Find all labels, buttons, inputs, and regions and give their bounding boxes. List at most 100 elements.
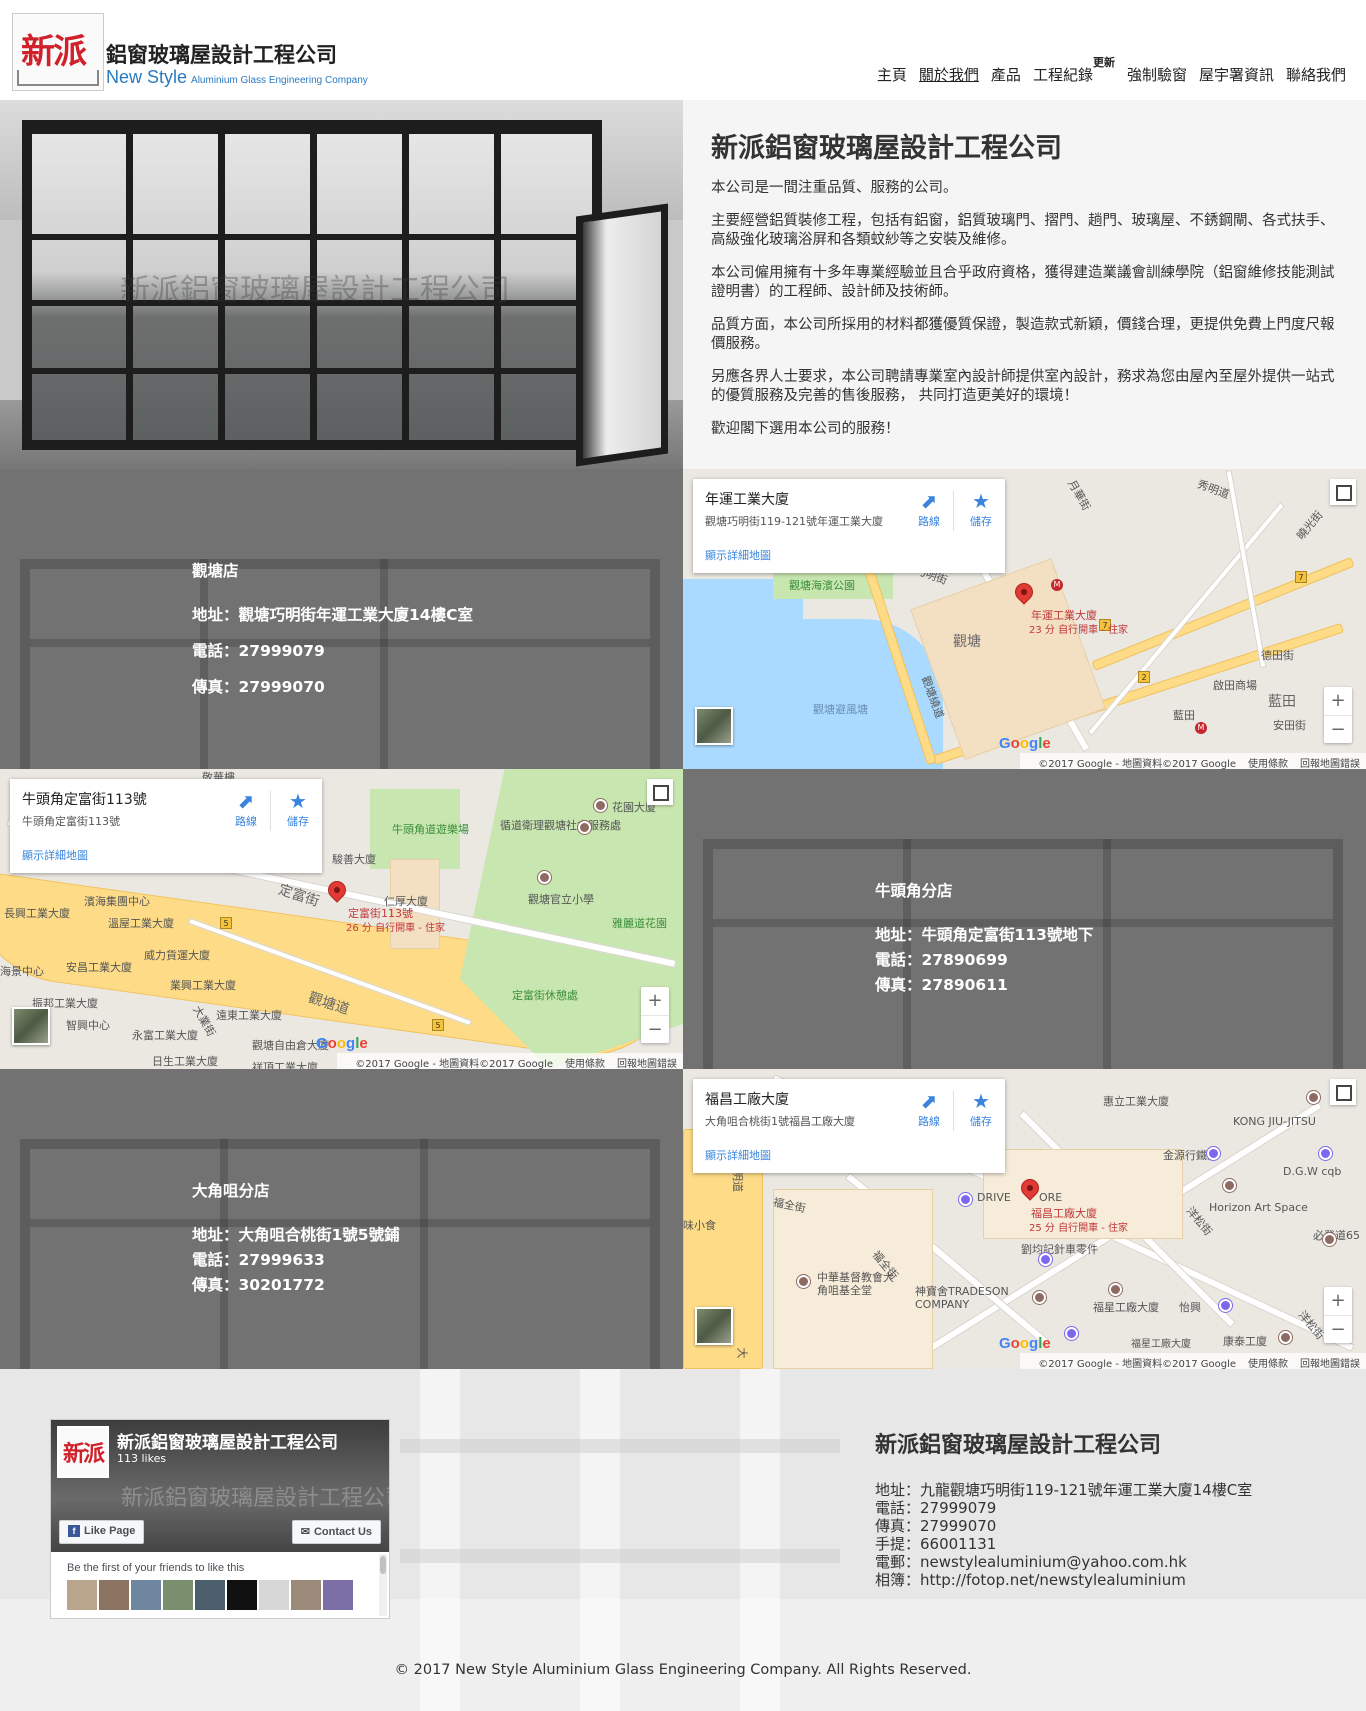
save-button[interactable]: ★ 儲存 <box>959 1089 1003 1129</box>
main-nav: 主頁 關於我們 產品 工程紀錄 更新 強制驗窗 屋宇署資訊 聯絡我們 <box>877 56 1346 85</box>
avatar <box>163 1580 193 1610</box>
google-logo: Google <box>316 1035 368 1052</box>
footer-email[interactable]: 電郵：newstylealuminium@yahoo.com.hk <box>875 1553 1252 1571</box>
nav-contact[interactable]: 聯絡我們 <box>1286 64 1346 85</box>
facebook-icon: f <box>68 1525 80 1537</box>
satellite-toggle[interactable] <box>695 1307 733 1345</box>
store-address: 地址：大角咀合桃街1號5號鋪 <box>192 1226 400 1244</box>
terms-link[interactable]: 使用條款 <box>565 1059 605 1069</box>
store-fax: 傳真：27890611 <box>875 976 1008 994</box>
view-larger-map-link[interactable]: 顯示詳細地圖 <box>705 547 771 563</box>
store-name: 大角咀分店 <box>192 1182 270 1200</box>
facebook-like-page-button[interactable]: f Like Page <box>59 1520 145 1544</box>
facebook-contact-button[interactable]: ✉ Contact Us <box>291 1520 381 1544</box>
copyright-notice: © 2017 New Style Aluminium Glass Enginee… <box>394 1662 972 1678</box>
fullscreen-button[interactable] <box>1330 479 1356 505</box>
view-larger-map-link[interactable]: 顯示詳細地圖 <box>705 1147 771 1163</box>
avatar <box>195 1580 225 1610</box>
zoom-out-button[interactable]: − <box>641 1015 669 1043</box>
scrollbar[interactable] <box>379 1554 387 1616</box>
nav-buildings-department[interactable]: 屋宇署資訊 <box>1199 64 1274 85</box>
directions-button[interactable]: ⬈ 路線 <box>224 789 268 829</box>
directions-button[interactable]: ⬈ 路線 <box>907 1089 951 1129</box>
avatar <box>99 1580 129 1610</box>
report-error-link[interactable]: 回報地圖錯誤 <box>1300 759 1360 769</box>
nav-about[interactable]: 關於我們 <box>919 64 979 85</box>
terms-link[interactable]: 使用條款 <box>1248 759 1288 769</box>
hero-office-photo: 新派鋁窗玻璃屋設計工程公司 <box>0 100 683 469</box>
zoom-control: + − <box>1324 687 1352 743</box>
google-map-kwun-tong[interactable]: 觀塘海濱公園 觀塘 觀塘避風塘 觀塘繞道 德田街 啟田商場 藍田 安田街 巧明街… <box>683 469 1366 769</box>
zoom-in-button[interactable]: + <box>1324 1287 1352 1315</box>
fullscreen-button[interactable] <box>647 779 673 805</box>
avatar <box>323 1580 353 1610</box>
nav-window-inspection[interactable]: 強制驗窗 <box>1127 64 1187 85</box>
about-paragraph: 本公司僱用擁有十多年專業經驗並且合乎政府資格，獲得建造業議會訓練學院（鋁窗維修技… <box>711 265 1335 300</box>
nav-home[interactable]: 主頁 <box>877 64 907 85</box>
report-error-link[interactable]: 回報地圖錯誤 <box>1300 1359 1360 1369</box>
map-place-card: 福昌工廠大廈 大角咀合桃街1號福昌工廠大廈 顯示詳細地圖 ⬈ 路線 ★ 儲存 <box>693 1079 1005 1173</box>
envelope-icon: ✉ <box>300 1526 310 1538</box>
about-title: 新派鋁窗玻璃屋設計工程公司 <box>711 133 1062 164</box>
pin-sublabel: 23 分 自行開車 - 住家 <box>1029 625 1129 636</box>
logo-chinese-name: 鋁窗玻璃屋設計工程公司 <box>106 43 337 67</box>
footer-album-link[interactable]: 相簿：http://fotop.net/newstylealuminium <box>875 1571 1252 1589</box>
store-address: 地址：觀塘巧明街年運工業大廈14樓C室 <box>192 606 473 624</box>
terms-link[interactable]: 使用條款 <box>1248 1359 1288 1369</box>
logo-english-name: New Style Aluminium Glass Engineering Com… <box>106 67 368 87</box>
star-icon: ★ <box>972 489 990 513</box>
star-icon: ★ <box>972 1089 990 1113</box>
footer-company-name: 新派鋁窗玻璃屋設計工程公司 <box>875 1433 1162 1458</box>
satellite-toggle[interactable] <box>695 707 733 745</box>
photo-watermark: 新派鋁窗玻璃屋設計工程公司 <box>120 273 510 308</box>
store-info: 牛頭角分店 地址：牛頭角定富街113號地下 電話：27890699 傳真：278… <box>875 879 1093 998</box>
satellite-toggle[interactable] <box>12 1007 50 1045</box>
nav-projects[interactable]: 工程紀錄 更新 <box>1033 56 1115 85</box>
cover-watermark: 新派鋁窗玻璃屋設計工程公司 <box>121 1486 390 1511</box>
map-place-card: 牛頭角定富街113號 牛頭角定富街113號 顯示詳細地圖 ⬈ 路線 ★ 儲存 <box>10 779 322 873</box>
store-fax: 傳真：27999070 <box>192 678 325 696</box>
about-paragraph: 品質方面，本公司所採用的材料都獲優質保證，製造款式新穎，價錢合理，更提供免費上門… <box>711 317 1335 352</box>
view-larger-map-link[interactable]: 顯示詳細地圖 <box>22 847 88 863</box>
company-logo[interactable]: 新派 鋁窗玻璃屋設計工程公司 New Style Aluminium Glass … <box>12 13 368 93</box>
store-info: 觀塘店 地址：觀塘巧明街年運工業大廈14樓C室 電話：27999079 傳真：2… <box>192 559 473 711</box>
google-map-tai-kok-tsui[interactable]: 福全街 福全街 洋松街 洋松街 惠立工業大廈 KONG JIU-JITSU 金源… <box>683 1069 1366 1369</box>
about-paragraph: 本公司是一間注重品質、服務的公司。 <box>711 180 958 196</box>
map-pin[interactable] <box>324 877 350 903</box>
about-paragraph: 另應各界人士要求，本公司聘請專業室內設計師提供室內設計，務求為您由屋內至屋外提供… <box>711 369 1335 404</box>
avatar <box>291 1580 321 1610</box>
zoom-in-button[interactable]: + <box>641 987 669 1015</box>
site-header: 新派 鋁窗玻璃屋設計工程公司 New Style Aluminium Glass … <box>0 0 1366 100</box>
map-attribution: ©2017 Google - 地圖資料©2017 Google 使用條款 回報地圖錯… <box>1020 1353 1366 1369</box>
store-name: 牛頭角分店 <box>875 882 953 900</box>
zoom-control: + − <box>641 987 669 1043</box>
store-phone: 電話：27999633 <box>192 1251 325 1269</box>
site-footer: 新派 新派鋁窗玻璃屋設計工程公司 113 likes 新派鋁窗玻璃屋設計工程公司… <box>0 1369 1366 1711</box>
store-name: 觀塘店 <box>192 562 239 580</box>
about-paragraph: 主要經營鋁質裝修工程，包括有鋁窗，鋁質玻璃門、摺門、趟門、玻璃屋、不銹鋼閘、各式… <box>711 213 1335 248</box>
about-section: 新派鋁窗玻璃屋設計工程公司 本公司是一間注重品質、服務的公司。 主要經營鋁質裝修… <box>683 100 1366 469</box>
zoom-in-button[interactable]: + <box>1324 687 1352 715</box>
directions-button[interactable]: ⬈ 路線 <box>907 489 951 529</box>
avatar <box>131 1580 161 1610</box>
facebook-page-widget: 新派 新派鋁窗玻璃屋設計工程公司 113 likes 新派鋁窗玻璃屋設計工程公司… <box>50 1419 390 1619</box>
facebook-profile-thumbnail[interactable]: 新派 <box>57 1426 109 1478</box>
nav-products[interactable]: 產品 <box>991 64 1021 85</box>
update-badge: 更新 <box>1092 56 1115 69</box>
facebook-page-name[interactable]: 新派鋁窗玻璃屋設計工程公司 <box>117 1428 338 1453</box>
avatar <box>259 1580 289 1610</box>
report-error-link[interactable]: 回報地圖錯誤 <box>617 1059 677 1069</box>
footer-mobile: 手提：66001131 <box>875 1535 997 1553</box>
zoom-out-button[interactable]: − <box>1324 1315 1352 1343</box>
store-phone: 電話：27999079 <box>192 642 325 660</box>
fullscreen-button[interactable] <box>1330 1079 1356 1105</box>
pin-sublabel: 25 分 自行開車 - 住家 <box>1029 1223 1129 1234</box>
save-button[interactable]: ★ 儲存 <box>959 489 1003 529</box>
zoom-out-button[interactable]: − <box>1324 715 1352 743</box>
avatar <box>67 1580 97 1610</box>
star-icon: ★ <box>289 789 307 813</box>
google-map-ngau-tau-kok[interactable]: 牛頭角道遊樂場 循道衛理觀塘社會服務處 花園大廈 觀塘官立小學 雅麗道花園 定富… <box>0 769 683 1069</box>
directions-icon: ⬈ <box>920 1089 938 1113</box>
save-button[interactable]: ★ 儲存 <box>276 789 320 829</box>
google-logo: Google <box>999 1335 1051 1352</box>
